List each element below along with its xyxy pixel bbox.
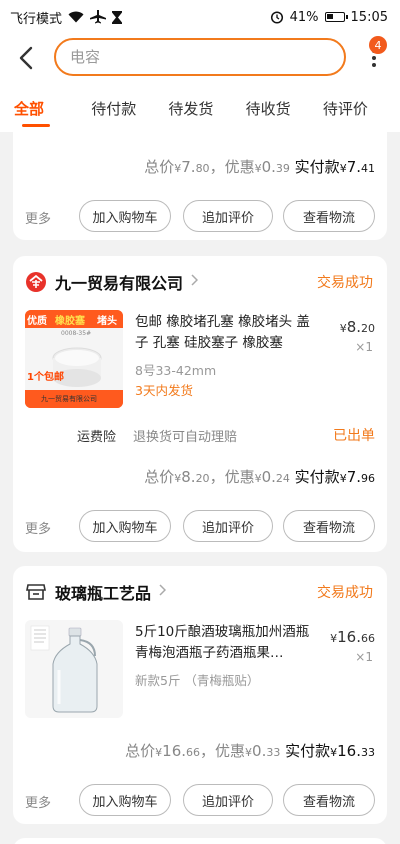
airplane-mode-text: 飞行模式 (10, 11, 63, 27)
glass-bottle-image (25, 620, 123, 718)
more-link[interactable]: 更多 (25, 518, 51, 537)
dot-icon (372, 63, 376, 67)
add-review-button[interactable]: 追加评价 (183, 200, 273, 232)
order-card: 总价¥7.80，优惠¥0.39 实付款¥7.41 更多 加入购物车 追加评价 查… (13, 132, 387, 240)
tab-pending-shipment[interactable]: 待发货 (168, 82, 245, 132)
order-tabs: 全部 待付款 待发货 待收货 待评价 (0, 82, 400, 132)
product-price: ¥8.20 (339, 318, 375, 336)
order-card: 玻璃瓶工艺品 交易成功 5斤10斤酿酒玻璃瓶加州酒瓶青梅泡酒瓶子药酒瓶果… 新款… (13, 566, 387, 824)
order-card (13, 838, 387, 844)
product-title[interactable]: 包邮 橡胶堵孔塞 橡胶堵头 盖子 孔塞 硅胶塞子 橡胶塞 (135, 312, 321, 354)
thumb-label: 优质 (27, 316, 47, 327)
product-sku: 新款5斤 （青梅瓶贴） (135, 673, 260, 688)
battery-percent: 41% (289, 9, 319, 25)
more-link[interactable]: 更多 (25, 792, 51, 811)
header: 4 (0, 34, 400, 82)
shop-header[interactable]: 九一贸易有限公司 交易成功 (25, 268, 373, 296)
status-bar: 飞行模式 41% 15:05 (0, 0, 400, 34)
tab-all[interactable]: 全部 (14, 82, 91, 132)
shop-name: 九一贸易有限公司 (55, 274, 184, 293)
shop-header[interactable]: 玻璃瓶工艺品 交易成功 (25, 578, 373, 606)
chevron-right-icon (159, 584, 167, 600)
dot-icon (372, 56, 376, 60)
view-logistics-button[interactable]: 查看物流 (283, 784, 375, 816)
shipping-time: 3天内发货 (135, 383, 193, 398)
thumb-label: 九一贸易有限公司 (41, 395, 97, 403)
product-price: ¥16.66 (330, 628, 375, 646)
product-image[interactable]: 优质 橡胶塞 堵头 0008-35# 1个包邮 九一贸易有限公司 (25, 310, 123, 408)
hourglass-icon (112, 10, 123, 24)
add-review-button[interactable]: 追加评价 (183, 784, 273, 816)
search-input[interactable] (70, 48, 344, 66)
more-link[interactable]: 更多 (25, 208, 51, 227)
product-sku: 8号33-42mm (135, 363, 217, 378)
tab-pending-review[interactable]: 待评价 (323, 82, 400, 132)
battery-icon (324, 12, 348, 22)
order-total: 总价¥7.80，优惠¥0.39 实付款¥7.41 (144, 158, 375, 176)
wifi-icon (68, 11, 84, 23)
notification-badge: 4 (369, 36, 387, 54)
order-card: 九一贸易有限公司 交易成功 优质 橡胶塞 堵头 0008-35# 1个包邮 九一… (13, 256, 387, 552)
thumb-label: 1个包邮 (27, 372, 64, 383)
thumb-label: 橡胶塞 (55, 316, 85, 327)
product-image[interactable] (25, 620, 123, 718)
alarm-icon (270, 10, 284, 24)
shop-name: 玻璃瓶工艺品 (55, 584, 152, 603)
view-logistics-button[interactable]: 查看物流 (283, 510, 375, 542)
back-button[interactable] (12, 44, 40, 72)
view-logistics-button[interactable]: 查看物流 (283, 200, 375, 232)
product-quantity: ×1 (355, 340, 373, 354)
chevron-left-icon (19, 46, 33, 70)
add-to-cart-button[interactable]: 加入购物车 (79, 510, 171, 542)
add-to-cart-button[interactable]: 加入购物车 (79, 784, 171, 816)
add-review-button[interactable]: 追加评价 (183, 510, 273, 542)
thumb-label: 0008-35# (61, 330, 92, 337)
tab-pending-receipt[interactable]: 待收货 (246, 82, 323, 132)
order-status: 交易成功 (317, 585, 373, 601)
freight-insurance-status: 已出单 (333, 428, 375, 444)
product-title[interactable]: 5斤10斤酿酒玻璃瓶加州酒瓶青梅泡酒瓶子药酒瓶果… (135, 622, 321, 664)
order-status: 交易成功 (317, 275, 373, 291)
product-quantity: ×1 (355, 650, 373, 664)
chevron-right-icon (191, 274, 199, 290)
enterprise-shop-icon (25, 271, 47, 293)
order-total: 总价¥8.20，优惠¥0.24 实付款¥7.96 (144, 468, 375, 486)
thumb-label: 堵头 (97, 316, 117, 327)
add-to-cart-button[interactable]: 加入购物车 (79, 200, 171, 232)
store-icon (25, 581, 47, 603)
clock: 15:05 (350, 9, 388, 25)
airplane-icon (90, 10, 107, 24)
search-box[interactable] (54, 38, 346, 76)
freight-insurance-desc: 退换货可自动理赔 (133, 430, 238, 445)
tab-pending-payment[interactable]: 待付款 (91, 82, 168, 132)
order-total: 总价¥16.66，优惠¥0.33 实付款¥16.33 (125, 742, 375, 760)
freight-insurance-label: 运费险 (77, 430, 117, 445)
